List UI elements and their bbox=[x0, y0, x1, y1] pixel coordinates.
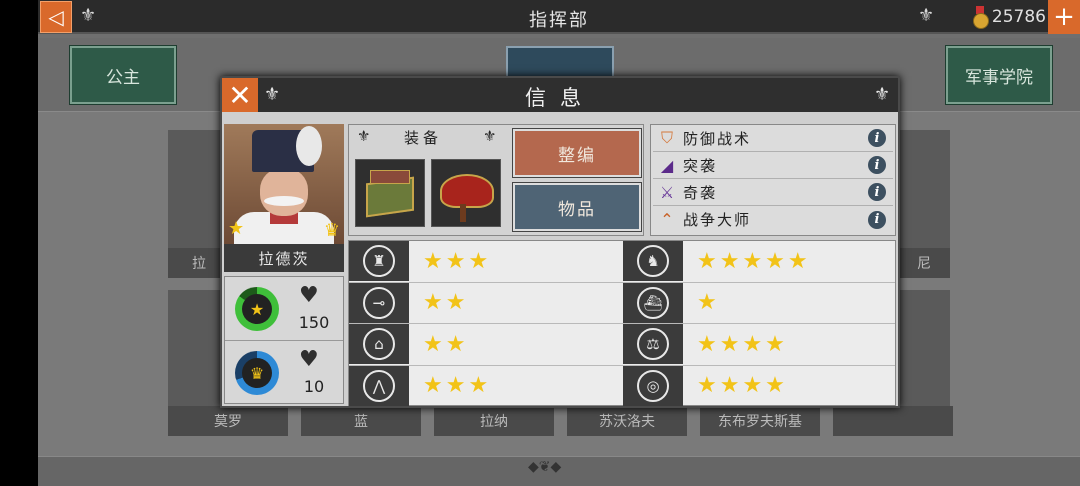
attribute-logistics: ⋀ ★★★ bbox=[349, 365, 492, 406]
skill-name: 突袭 bbox=[683, 156, 718, 175]
info-modal: ✕ ⚜ 信息 ⚜ ★ ♛ 拉德茨 ★ ♥ 150 ♛ ♥ 10 ⚜ 装备 ⚜ 整… bbox=[220, 76, 900, 408]
star-rating: ★ bbox=[697, 290, 720, 315]
star-rating: ★★★★ bbox=[697, 373, 788, 398]
equipment-panel: ⚜ 装备 ⚜ 整编 物品 bbox=[348, 124, 644, 236]
general-name: 莫罗 bbox=[168, 406, 288, 436]
tab-middle[interactable] bbox=[506, 46, 614, 80]
cannon-icon: ⊸ bbox=[363, 286, 395, 319]
attribute-icon-cell: ⋀ bbox=[349, 365, 409, 406]
attribute-icon-cell: ♜ bbox=[349, 241, 409, 281]
equipment-title: 装备 bbox=[403, 129, 442, 147]
crossed-swords-icon: ⚔ bbox=[659, 182, 675, 202]
general-name bbox=[833, 406, 953, 436]
info-icon[interactable]: i bbox=[867, 155, 887, 175]
skill-war-master: ⌃ 战争大师 i bbox=[653, 206, 893, 233]
modal-title: 信息 bbox=[525, 86, 595, 110]
heart-icon: ♥ bbox=[299, 283, 319, 308]
info-icon[interactable]: i bbox=[867, 209, 887, 230]
hero-stats: ★ ♥ 150 ♛ ♥ 10 bbox=[224, 276, 344, 404]
row-divider bbox=[349, 323, 895, 324]
rank-ring: ★ bbox=[235, 287, 279, 331]
tent-icon: ⋀ bbox=[363, 369, 395, 402]
ornament-icon: ◆❦◆ bbox=[528, 459, 562, 475]
attribute-economy: ⚖ ★★★★ bbox=[623, 324, 788, 364]
skill-name: 战争大师 bbox=[683, 211, 752, 229]
command-ring: ♛ bbox=[235, 351, 279, 395]
recovery-value: 10 bbox=[303, 377, 325, 396]
items-button[interactable]: 物品 bbox=[512, 182, 642, 232]
infantry-icon: ♜ bbox=[363, 245, 395, 277]
tab-military-academy[interactable]: 军事学院 bbox=[945, 45, 1053, 105]
attributes-panel: ♜ ★★★ ♞ ★★★★★ ⊸ ★★ ⛴ ★ ⌂ ★★ ⚖ ★★★★ ⋀ ★★★ ◎ ★★★★ bbox=[348, 240, 896, 406]
wing-icon: ◢ bbox=[660, 155, 674, 175]
row-divider bbox=[349, 281, 895, 283]
target-icon: ◎ bbox=[637, 369, 669, 402]
tab-princess[interactable]: 公主 bbox=[69, 45, 177, 105]
recovery-row: ♛ ♥ 10 bbox=[225, 341, 343, 404]
saddle-icon[interactable] bbox=[431, 159, 501, 227]
ship-icon: ⛴ bbox=[637, 286, 669, 319]
medal-icon bbox=[972, 6, 989, 29]
fleur-icon: ⚜ bbox=[918, 5, 935, 26]
scales-icon: ⚖ bbox=[637, 328, 669, 360]
attribute-navy: ⛴ ★ bbox=[623, 282, 720, 323]
general-name: 东布罗夫斯基 bbox=[700, 406, 820, 436]
heart-plus-icon: ♥ bbox=[299, 347, 319, 372]
skill-ambush: ⚔ 奇袭 i bbox=[653, 179, 893, 206]
shield-icon: ⛉ bbox=[660, 128, 673, 147]
general-card[interactable] bbox=[898, 130, 950, 248]
hero-name: 拉德茨 bbox=[224, 244, 344, 272]
star-rating: ★★★ bbox=[423, 373, 492, 398]
hero-portrait: ★ ♛ bbox=[224, 124, 344, 244]
skill-name: 奇袭 bbox=[683, 183, 718, 202]
book-stack-icon[interactable] bbox=[355, 159, 425, 227]
skill-defense-tactics: ⛉ 防御战术 i bbox=[653, 125, 893, 152]
attribute-cavalry: ♞ ★★★★★ bbox=[623, 241, 811, 281]
attribute-icon-cell: ⚖ bbox=[623, 324, 683, 364]
star-rating: ★★ bbox=[423, 331, 469, 357]
general-name: 尼 bbox=[898, 248, 950, 278]
star-rating: ★★★ bbox=[423, 248, 492, 274]
skills-panel: ⛉ 防御战术 i ◢ 突袭 i ⚔ 奇袭 i ⌃ 战争大师 i bbox=[650, 124, 896, 236]
star-rating: ★★★★ bbox=[697, 331, 788, 357]
chevron-rank-icon: ⌃ bbox=[660, 210, 674, 229]
plus-icon[interactable]: + bbox=[1048, 0, 1080, 34]
info-icon[interactable]: i bbox=[867, 128, 887, 148]
attribute-icon-cell: ⌂ bbox=[349, 324, 409, 364]
general-name: 苏沃洛夫 bbox=[567, 406, 687, 436]
fleur-icon: ⚜ bbox=[874, 84, 891, 105]
star-rating: ★★★★★ bbox=[697, 248, 811, 274]
star-rating: ★★ bbox=[423, 290, 469, 315]
attribute-icon-cell: ⛴ bbox=[623, 282, 683, 323]
modal-header: ✕ ⚜ 信息 ⚜ bbox=[222, 78, 898, 112]
attribute-command: ◎ ★★★★ bbox=[623, 365, 788, 406]
attribute-icon-cell: ⊸ bbox=[349, 282, 409, 323]
star-icon: ★ bbox=[242, 294, 272, 324]
fort-icon: ⌂ bbox=[363, 328, 395, 360]
attribute-artillery: ⊸ ★★ bbox=[349, 282, 469, 323]
star-icon: ★ bbox=[228, 218, 245, 239]
attribute-fortification: ⌂ ★★ bbox=[349, 324, 468, 364]
skill-raid: ◢ 突袭 i bbox=[653, 152, 893, 179]
crown-icon: ♛ bbox=[242, 358, 272, 388]
info-icon[interactable]: i bbox=[867, 182, 887, 202]
row-divider bbox=[349, 364, 895, 366]
gold-amount: 25786 bbox=[991, 7, 1046, 27]
skill-name: 防御战术 bbox=[683, 129, 752, 148]
attribute-icon-cell: ◎ bbox=[623, 365, 683, 406]
reorganize-button[interactable]: 整编 bbox=[512, 128, 642, 178]
health-row: ★ ♥ 150 bbox=[225, 277, 343, 340]
attribute-icon-cell: ♞ bbox=[623, 241, 683, 281]
fleur-icon: ⚜ bbox=[483, 127, 497, 145]
gold-counter: 25786 bbox=[972, 3, 1046, 31]
top-bar: ◁ ⚜ 指挥部 ⚜ 25786 + bbox=[38, 0, 1080, 34]
health-value: 150 bbox=[298, 313, 330, 332]
general-name: 蓝 bbox=[301, 406, 421, 436]
horse-icon: ♞ bbox=[637, 245, 669, 277]
crown-icon: ♛ bbox=[323, 220, 340, 241]
attribute-infantry: ♜ ★★★ bbox=[349, 241, 491, 281]
general-name: 拉纳 bbox=[434, 406, 554, 436]
